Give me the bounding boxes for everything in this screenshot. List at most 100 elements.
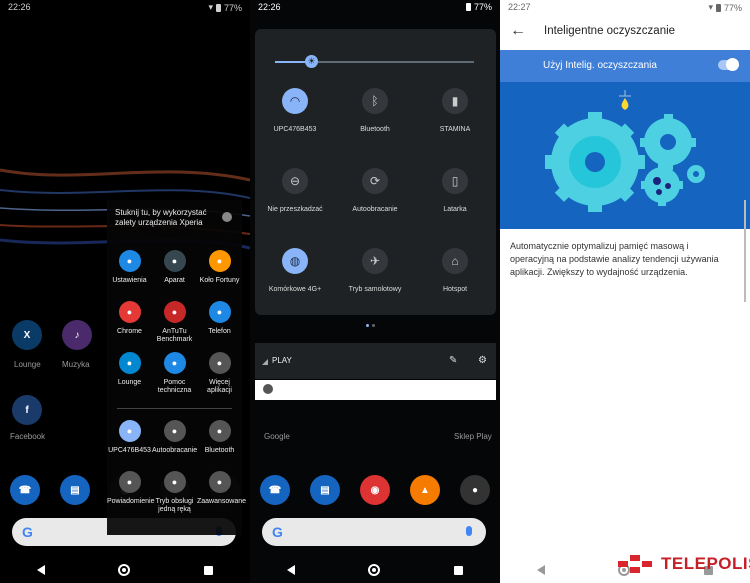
gears-illustration <box>500 82 750 229</box>
home-icon[interactable] <box>368 564 381 576</box>
network-name: PLAY <box>272 356 292 365</box>
brightness-slider-thumb[interactable]: ☀ <box>305 55 318 68</box>
airplane-icon: ✈ <box>362 248 388 274</box>
chrome-icon[interactable]: ◉ <box>360 475 390 505</box>
camera-icon[interactable]: ● <box>460 475 490 505</box>
app-bar: ← Inteligentne oczyszczanie <box>500 14 750 50</box>
large-gear <box>545 112 645 212</box>
bluetooth-icon: ᛒ <box>362 88 388 114</box>
notification-app-icon <box>263 384 273 394</box>
side-sense-app-label: Lounge <box>117 379 142 386</box>
side-sense-toggle-item[interactable]: ● Powiadomienie <box>107 471 154 522</box>
phone-dialer-icon[interactable]: ☎ <box>10 475 40 505</box>
info-icon[interactable] <box>222 212 232 222</box>
qs-tile-label: Hotspot <box>442 286 468 293</box>
qs-tile[interactable]: ◍ Komórkowe 4G+ <box>255 248 335 294</box>
side-sense-toggle-item[interactable]: ● Tryb obsługi jedną ręką <box>152 471 197 522</box>
status-time: 22:26 <box>8 2 31 12</box>
side-sense-toggle-item[interactable]: ● UPC476B453 <box>107 420 152 471</box>
telepolis-watermark: TELEPOLIS <box>618 553 750 575</box>
qs-tile[interactable]: ⊖ Nie przeszkadzać <box>255 168 335 214</box>
back-arrow-icon[interactable]: ← <box>510 22 526 40</box>
page-dot-active <box>366 324 369 327</box>
phone-dialer-icon[interactable]: ☎ <box>260 475 290 505</box>
side-sense-app-item[interactable]: ● Lounge <box>107 352 152 403</box>
messages-icon[interactable]: ▤ <box>310 475 340 505</box>
side-sense-app-label: Ustawienia <box>112 277 147 284</box>
page-indicator <box>366 324 375 327</box>
google-g-icon: G <box>272 524 283 540</box>
master-switch-toggle[interactable] <box>718 58 739 71</box>
side-sense-app-item[interactable]: ● AnTuTu Benchmark <box>152 301 197 352</box>
status-bar: 22:27 ▾ 77% <box>500 0 750 14</box>
home-icon[interactable] <box>118 564 131 576</box>
side-sense-toggle-label: Zaawansowane <box>197 498 247 505</box>
side-sense-toggle-grid: ● UPC476B453 ● Autoobracanie ● Bluetooth ● Powi… <box>107 420 247 522</box>
screen-smart-cleaner: 22:27 ▾ 77% ← Inteligentne oczyszczanie … <box>500 0 750 583</box>
messages-icon[interactable]: ▤ <box>60 475 90 505</box>
recents-icon[interactable] <box>204 565 214 575</box>
edit-pencil-icon[interactable]: ✎ <box>449 355 457 366</box>
side-sense-toggle-item[interactable]: ● Zaawansowane <box>197 471 247 522</box>
notification-card[interactable] <box>255 380 496 400</box>
side-sense-toggle-label: Bluetooth <box>204 447 235 454</box>
qs-tile-label: Bluetooth <box>360 126 390 133</box>
google-search-bar[interactable]: G <box>262 518 486 546</box>
qs-tile[interactable]: ᛒ Bluetooth <box>335 88 415 134</box>
side-sense-app-item[interactable]: ● Aparat <box>152 250 197 301</box>
master-switch-bar[interactable]: Użyj Intelig. oczyszczania <box>500 50 750 82</box>
qs-tile[interactable]: ▯ Latarka <box>415 168 495 214</box>
hotspot-icon: ⌂ <box>442 248 468 274</box>
telepolis-logo-mark <box>618 553 656 575</box>
gears-image <box>545 90 705 212</box>
side-sense-app-label: AnTuTu Benchmark <box>156 328 193 343</box>
notification-icon: ● <box>118 471 141 493</box>
back-icon[interactable] <box>36 565 45 575</box>
status-bar: 22:26 77% <box>250 0 500 14</box>
side-sense-app-item[interactable]: ● Koło Fortuny <box>197 250 242 301</box>
scrollbar[interactable] <box>744 200 746 302</box>
side-sense-toggle-item[interactable]: ● Bluetooth <box>197 420 242 471</box>
side-sense-app-item[interactable]: ● Telefon <box>197 301 242 352</box>
help-question-icon: ● <box>163 352 186 374</box>
battery-percent: 77% <box>223 2 242 13</box>
more-dots-icon: ● <box>208 352 231 374</box>
menu-divider <box>117 408 232 409</box>
wifi-icon: ▾ <box>208 2 213 12</box>
wifi-icon: ● <box>118 420 141 442</box>
qs-tile[interactable]: ⟳ Autoobracanie <box>335 168 415 214</box>
rotate-icon: ⟳ <box>362 168 388 194</box>
qs-tile[interactable]: ▮ STAMINA <box>415 88 495 134</box>
status-bar: 22:26 ▾ 77% <box>0 0 250 14</box>
facebook-app-icon[interactable]: f <box>12 395 42 425</box>
recents-icon[interactable] <box>454 565 464 575</box>
back-icon[interactable] <box>286 565 295 575</box>
lounge-app-icon[interactable]: X <box>12 320 42 350</box>
qs-tile-label: Nie przeszkadzać <box>267 206 323 213</box>
battery-icon: ▮ <box>442 88 468 114</box>
music-app-icon[interactable]: ♪ <box>62 320 92 350</box>
photos-icon[interactable]: ▲ <box>410 475 440 505</box>
back-icon[interactable] <box>536 565 545 575</box>
qs-tile[interactable]: ◠ UPC476B453 <box>255 88 335 134</box>
side-sense-app-label: Aparat <box>164 277 185 284</box>
page-dot <box>372 324 375 327</box>
mic-icon[interactable] <box>466 526 472 536</box>
side-sense-app-item[interactable]: ● Chrome <box>107 301 152 352</box>
side-sense-app-item[interactable]: ● Więcej aplikacji <box>197 352 242 403</box>
side-sense-app-item[interactable]: ● Pomoc techniczna <box>152 352 197 403</box>
flashlight-icon: ▯ <box>442 168 468 194</box>
settings-gear-icon[interactable]: ⚙ <box>478 355 487 366</box>
side-sense-toggle-label: UPC476B453 <box>108 447 151 454</box>
qs-tile[interactable]: ✈ Tryb samolotowy <box>335 248 415 294</box>
battery-icon <box>465 3 471 11</box>
qs-tile[interactable]: ⌂ Hotspot <box>415 248 495 294</box>
bluetooth-icon: ● <box>208 420 231 442</box>
navigation-bar <box>0 557 250 583</box>
side-sense-toggle-item[interactable]: ● Autoobracanie <box>152 420 197 471</box>
wheel-colors-icon: ● <box>208 250 231 272</box>
side-sense-app-item[interactable]: ● Ustawienia <box>107 250 152 301</box>
side-sense-app-grid: ● Ustawienia ● Aparat ● Koło Fortuny ● Chrome ● A… <box>107 250 242 403</box>
side-sense-hint[interactable]: Stuknij tu, by wykorzystać zalety urządz… <box>115 208 215 228</box>
qs-tile-label: Latarka <box>443 206 467 213</box>
